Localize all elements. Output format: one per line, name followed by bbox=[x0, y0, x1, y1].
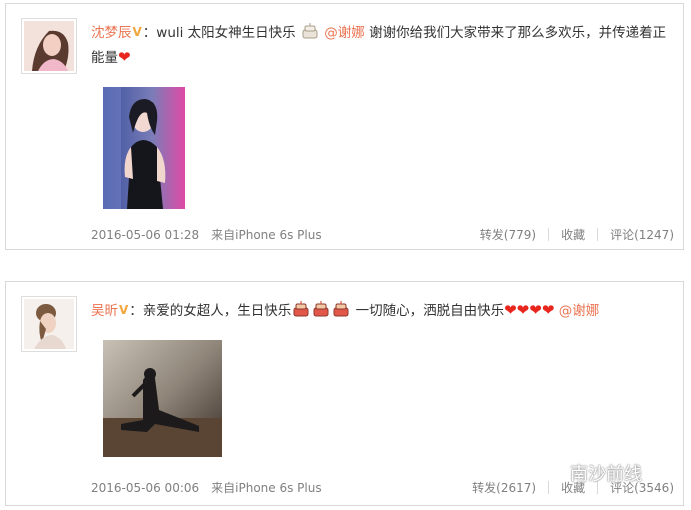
cake-icon bbox=[293, 301, 309, 317]
author-avatar[interactable] bbox=[21, 296, 77, 352]
watermark-text: 南沙前线 bbox=[570, 464, 642, 485]
post-source[interactable]: 来自iPhone 6s Plus bbox=[211, 481, 321, 495]
cake-icon bbox=[333, 301, 349, 317]
mention-link[interactable]: @谢娜 bbox=[559, 303, 600, 319]
favorite-button[interactable]: 收藏 bbox=[561, 226, 585, 243]
post-meta: 2016-05-06 00:06 来自iPhone 6s Plus bbox=[91, 479, 322, 496]
photo-image bbox=[103, 340, 222, 457]
watermark: 南沙前线 bbox=[540, 460, 642, 486]
post-content-part: 一切随心，洒脱自由快乐 bbox=[355, 303, 505, 319]
post-photo[interactable] bbox=[103, 340, 222, 457]
divider bbox=[548, 228, 550, 241]
author-name[interactable]: 沈梦辰 bbox=[91, 25, 132, 41]
post-source[interactable]: 来自iPhone 6s Plus bbox=[211, 228, 321, 242]
weibo-post-card: 沈梦辰V：wuli 太阳女神生日快乐 @谢娜 谢谢你给我们大家带来了那么多欢乐，… bbox=[5, 3, 684, 250]
post-text: 吴昕V：亲爱的女超人，生日快乐 一切随心，洒脱自由快乐❤❤❤❤ @谢娜 bbox=[91, 298, 676, 323]
heart-icon: ❤ bbox=[529, 301, 542, 319]
post-actions: 转发(779) 收藏 评论(1247) bbox=[480, 226, 674, 243]
post-text: 沈梦辰V：wuli 太阳女神生日快乐 @谢娜 谢谢你给我们大家带来了那么多欢乐，… bbox=[91, 20, 676, 70]
wechat-icon bbox=[540, 463, 564, 482]
verified-v-icon[interactable]: V bbox=[133, 20, 142, 44]
divider bbox=[597, 228, 599, 241]
avatar-image bbox=[24, 299, 74, 349]
comment-button[interactable]: 评论(1247) bbox=[610, 226, 674, 243]
post-content-part: 亲爱的女超人，生日快乐 bbox=[142, 303, 292, 319]
post-timestamp[interactable]: 2016-05-06 01:28 bbox=[91, 228, 199, 242]
cake-icon bbox=[313, 301, 329, 317]
heart-icon: ❤ bbox=[541, 301, 555, 319]
heart-icon: ❤ bbox=[118, 48, 131, 66]
photo-image bbox=[103, 87, 185, 209]
repost-button[interactable]: 转发(779) bbox=[480, 226, 536, 243]
mention-link[interactable]: @谢娜 bbox=[324, 25, 365, 41]
author-name[interactable]: 吴昕 bbox=[91, 303, 118, 319]
verified-v-icon[interactable]: V bbox=[119, 298, 128, 322]
post-timestamp[interactable]: 2016-05-06 00:06 bbox=[91, 481, 199, 495]
author-avatar[interactable] bbox=[21, 18, 77, 74]
repost-button[interactable]: 转发(2617) bbox=[472, 479, 536, 496]
cake-icon bbox=[302, 23, 318, 39]
avatar-image bbox=[24, 21, 74, 71]
heart-icon: ❤ bbox=[516, 301, 530, 319]
post-meta: 2016-05-06 01:28 来自iPhone 6s Plus bbox=[91, 226, 322, 243]
post-photo[interactable] bbox=[103, 87, 185, 209]
heart-icon: ❤ bbox=[504, 301, 517, 319]
post-content-part: wuli 太阳女神生日快乐 bbox=[156, 25, 296, 41]
